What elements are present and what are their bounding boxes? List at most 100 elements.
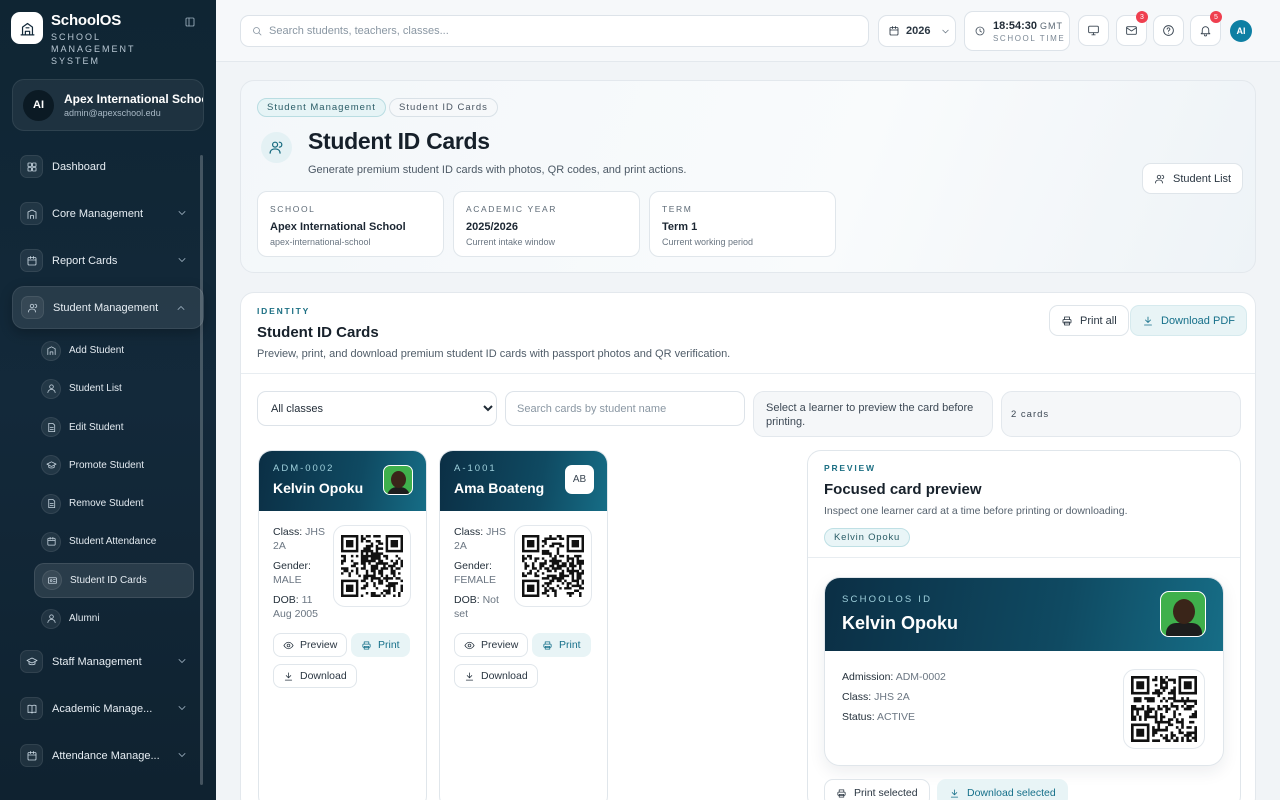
- eye-icon: [283, 640, 300, 651]
- chevron-down-icon: [940, 26, 951, 37]
- topbar: 2026 18:54:30GMT SCHOOL TIME 3 5 AI: [216, 0, 1280, 62]
- field-label: Admission:: [842, 671, 894, 683]
- id-cards-panel: IDENTITY Student ID Cards Preview, print…: [240, 292, 1256, 800]
- sidebar-item-label: Core Management: [52, 207, 144, 220]
- sidebar-item-attendance-management[interactable]: Attendance Manage...: [12, 734, 204, 777]
- sidebar-subitem-edit-student[interactable]: Edit Student: [34, 410, 194, 445]
- qr-code: [333, 525, 411, 607]
- section-label: IDENTITY: [257, 306, 311, 316]
- messages-button[interactable]: 3: [1116, 11, 1148, 46]
- print-selected-button[interactable]: Print selected: [824, 779, 930, 800]
- preview-button[interactable]: Preview: [273, 633, 348, 657]
- printer-icon: [361, 640, 378, 651]
- eye-icon: [464, 640, 481, 651]
- year-selector[interactable]: 2026: [878, 15, 956, 47]
- download-label: Download: [481, 670, 528, 682]
- school-avatar: AI: [23, 89, 54, 121]
- sidebar-subitem-student-attendance[interactable]: Student Attendance: [34, 524, 194, 559]
- user-icon: [41, 378, 61, 399]
- field-label: DOB:: [273, 594, 299, 606]
- qr-code-icon: [1131, 676, 1197, 742]
- breadcrumb-student-management[interactable]: Student Management: [257, 98, 386, 117]
- user-icon: [41, 608, 61, 629]
- school-name: Apex International School: [64, 92, 203, 106]
- stat-value: Apex International School: [270, 221, 406, 233]
- sidebar-subitem-add-student[interactable]: Add Student: [34, 333, 194, 368]
- sidebar-scrollbar[interactable]: [200, 155, 203, 785]
- print-button[interactable]: Print: [351, 633, 410, 657]
- sidebar-subitem-student-list[interactable]: Student List: [34, 371, 194, 406]
- print-all-button[interactable]: Print all: [1049, 305, 1129, 336]
- print-selected-label: Print selected: [854, 787, 918, 799]
- download-selected-button[interactable]: Download selected: [937, 779, 1068, 800]
- brand-tagline: SCHOOL MANAGEMENT SYSTEM: [51, 32, 136, 66]
- student-list-button[interactable]: Student List: [1142, 163, 1244, 194]
- stat-label: TERM: [662, 204, 693, 214]
- sidebar-subitem-promote-student[interactable]: Promote Student: [34, 448, 194, 483]
- printer-icon: [836, 788, 854, 799]
- sidebar-item-staff-management[interactable]: Staff Management: [12, 640, 204, 683]
- mail-icon: [1125, 24, 1138, 37]
- chevron-up-icon: [175, 302, 187, 314]
- breadcrumb-student-id-cards: Student ID Cards: [389, 98, 498, 117]
- printer-icon: [542, 640, 559, 651]
- brand[interactable]: SchoolOS SCHOOL MANAGEMENT SYSTEM: [11, 12, 181, 67]
- sidebar-item-label: Student Management: [53, 301, 159, 314]
- qr-code-icon: [522, 535, 584, 597]
- calendar-icon: [41, 531, 61, 552]
- stat-value: Term 1: [662, 221, 698, 233]
- calendar-icon: [20, 249, 43, 272]
- clock-timezone: GMT: [1040, 20, 1064, 31]
- sidebar-item-academic-management[interactable]: Academic Manage...: [12, 687, 204, 730]
- student-id-card[interactable]: ADM-0002 Kelvin Opoku Class: JHS 2A Gend…: [258, 450, 427, 800]
- dashboard-icon: [20, 155, 43, 178]
- sidebar-nav: Dashboard Core Management Report Cards S…: [12, 145, 204, 781]
- notifications-button[interactable]: 5: [1190, 11, 1222, 46]
- section-subtitle: Preview, print, and download premium stu…: [257, 348, 731, 360]
- search-input[interactable]: [269, 25, 829, 37]
- sidebar-subitem-student-id-cards[interactable]: Student ID Cards: [34, 562, 194, 598]
- student-id-card[interactable]: A-1001 Ama Boateng AB Class: JHS 2A Gend…: [439, 450, 608, 800]
- sidebar-item-core-management[interactable]: Core Management: [12, 192, 204, 235]
- school-switcher[interactable]: AI Apex International School admin@apexs…: [12, 79, 204, 131]
- download-button[interactable]: Download: [273, 664, 357, 688]
- sidebar-collapse-icon[interactable]: [184, 16, 196, 28]
- search-icon: [251, 25, 263, 37]
- print-button[interactable]: Print: [532, 633, 591, 657]
- preview-button[interactable]: Preview: [454, 633, 529, 657]
- field-label: Class:: [842, 691, 872, 703]
- download-pdf-button[interactable]: Download PDF: [1130, 305, 1247, 336]
- qr-code: [1123, 669, 1205, 749]
- student-name: Kelvin Opoku: [842, 613, 959, 633]
- stat-label: SCHOOL: [270, 204, 316, 214]
- global-search[interactable]: [240, 15, 869, 47]
- chevron-down-icon: [176, 207, 188, 219]
- id-card-header: ADM-0002 Kelvin Opoku: [259, 451, 426, 511]
- chevron-down-icon: [176, 749, 188, 761]
- focused-id-card: SCHOOLOS ID Kelvin Opoku Admission: ADM-…: [824, 577, 1224, 766]
- school-logo-icon: [11, 12, 43, 44]
- sidebar-subitem-label: Promote Student: [69, 459, 145, 471]
- help-button[interactable]: [1153, 15, 1184, 46]
- year-value: 2026: [906, 25, 931, 37]
- sidebar-subitem-alumni[interactable]: Alumni: [34, 601, 194, 636]
- display-button[interactable]: [1078, 15, 1109, 46]
- preview-section-label: PREVIEW: [824, 463, 876, 473]
- chevron-down-icon: [176, 702, 188, 714]
- sidebar: SchoolOS SCHOOL MANAGEMENT SYSTEM AI Ape…: [0, 0, 216, 800]
- graduation-cap-icon: [20, 650, 43, 674]
- user-avatar[interactable]: AI: [1230, 20, 1252, 42]
- sidebar-item-student-management[interactable]: Student Management: [12, 286, 204, 329]
- class-filter-select[interactable]: All classes: [257, 391, 497, 426]
- sidebar-subitem-remove-student[interactable]: Remove Student: [34, 486, 194, 521]
- sidebar-item-dashboard[interactable]: Dashboard: [12, 145, 204, 188]
- card-search-input[interactable]: [505, 391, 745, 426]
- building-icon: [20, 202, 43, 225]
- sidebar-subitem-label: Add Student: [69, 345, 125, 356]
- student-initials: AB: [565, 465, 594, 494]
- sidebar-item-report-cards[interactable]: Report Cards: [12, 239, 204, 282]
- clock-label: SCHOOL TIME: [993, 33, 1066, 43]
- student-submenu: Add Student Student List Edit Student Pr…: [34, 333, 194, 636]
- download-button[interactable]: Download: [454, 664, 538, 688]
- sidebar-item-label: Report Cards: [52, 254, 118, 267]
